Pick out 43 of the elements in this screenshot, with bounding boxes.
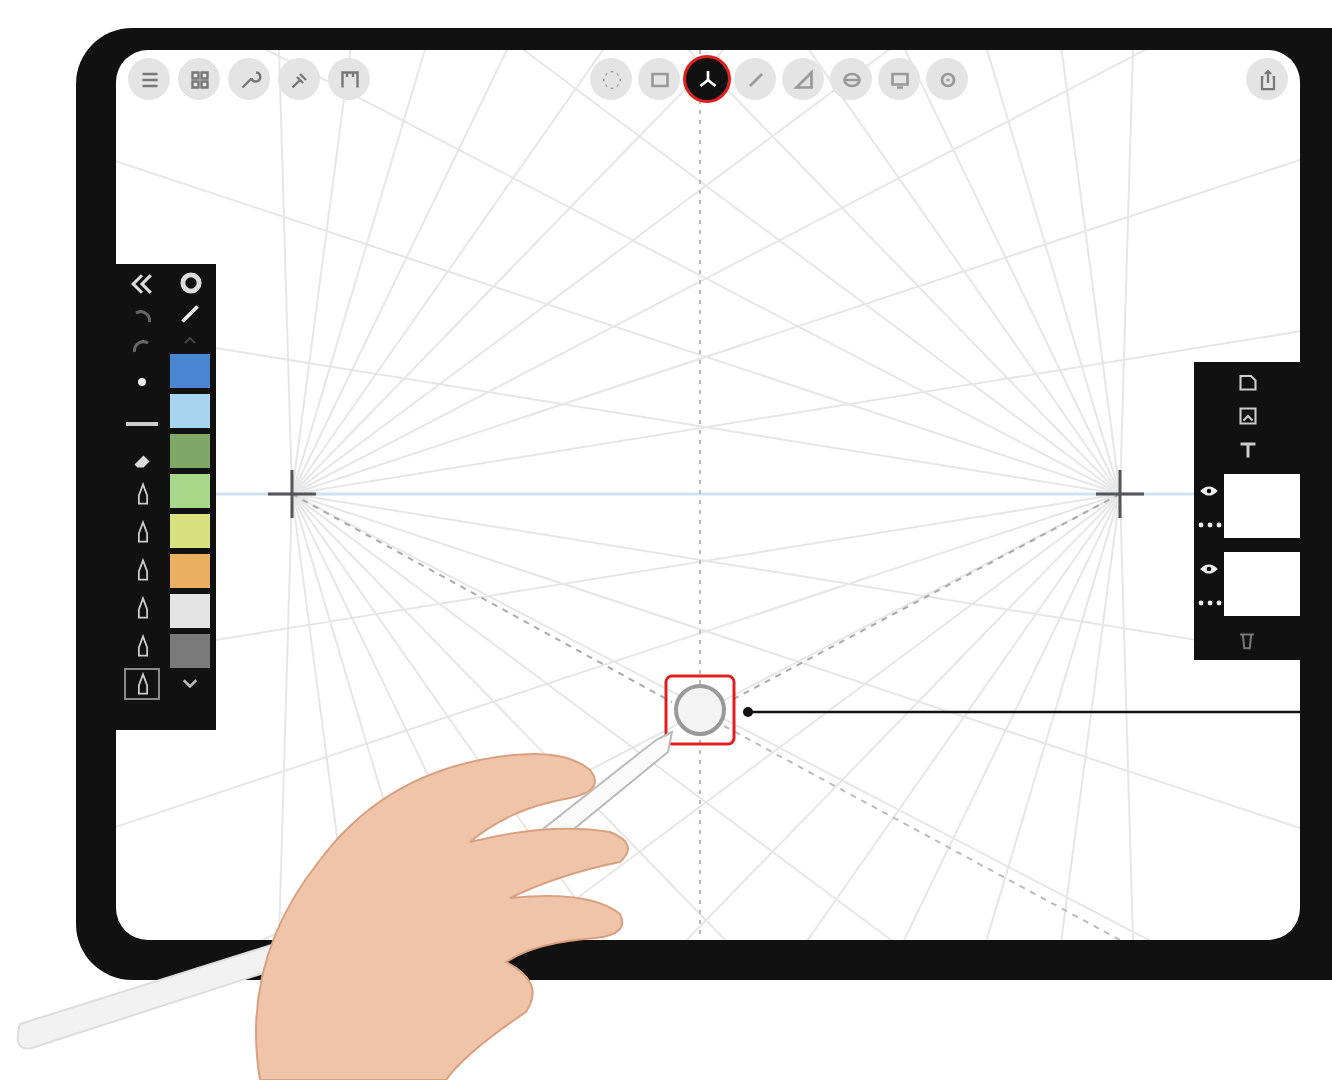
brush-tip-button[interactable]	[124, 668, 160, 700]
share-icon	[1255, 67, 1279, 91]
grid-icon	[187, 67, 211, 91]
more-icon[interactable]	[1197, 520, 1221, 530]
color-swatch[interactable]	[170, 634, 210, 668]
more-icon[interactable]	[1197, 598, 1221, 608]
rectangle-icon	[647, 67, 671, 91]
trash-icon[interactable]	[1236, 628, 1258, 652]
perspective-icon	[695, 67, 719, 91]
color-swatch[interactable]	[170, 514, 210, 548]
tool-button[interactable]	[686, 58, 728, 100]
collapse-icon[interactable]	[128, 270, 156, 298]
vanishing-point-icon[interactable]	[266, 468, 318, 520]
color-swatch[interactable]	[170, 394, 210, 428]
frame-icon	[337, 67, 361, 91]
color-swatch[interactable]	[170, 354, 210, 388]
eye-icon[interactable]	[1198, 560, 1220, 578]
undo-icon[interactable]	[130, 304, 154, 328]
color-swatch[interactable]	[170, 554, 210, 588]
toolbar-button[interactable]	[228, 58, 270, 100]
color-swatch[interactable]	[170, 474, 210, 508]
image-icon[interactable]	[1235, 404, 1259, 428]
guide-handle[interactable]	[674, 684, 726, 736]
monitor-icon	[887, 67, 911, 91]
pen-icon[interactable]	[178, 302, 202, 326]
vanishing-point-icon[interactable]	[1094, 468, 1146, 520]
color-swatch[interactable]	[170, 594, 210, 628]
toolbar-button[interactable]	[128, 58, 170, 100]
target-icon	[935, 67, 959, 91]
color-swatch[interactable]	[170, 434, 210, 468]
layer-thumbnail[interactable]	[1224, 474, 1300, 538]
share-button[interactable]	[1246, 58, 1288, 100]
eye-icon[interactable]	[1198, 482, 1220, 500]
toolbar-button[interactable]	[278, 58, 320, 100]
list-icon	[137, 67, 161, 91]
chevron-down-icon[interactable]	[178, 674, 202, 694]
toolbar-button[interactable]	[328, 58, 370, 100]
page-icon[interactable]	[1235, 370, 1259, 394]
toolbar-button[interactable]	[178, 58, 220, 100]
triangle-ruler-icon	[791, 67, 815, 91]
layer-thumbnail[interactable]	[1224, 552, 1300, 616]
text-icon[interactable]	[1235, 438, 1259, 462]
redo-icon[interactable]	[130, 334, 154, 358]
